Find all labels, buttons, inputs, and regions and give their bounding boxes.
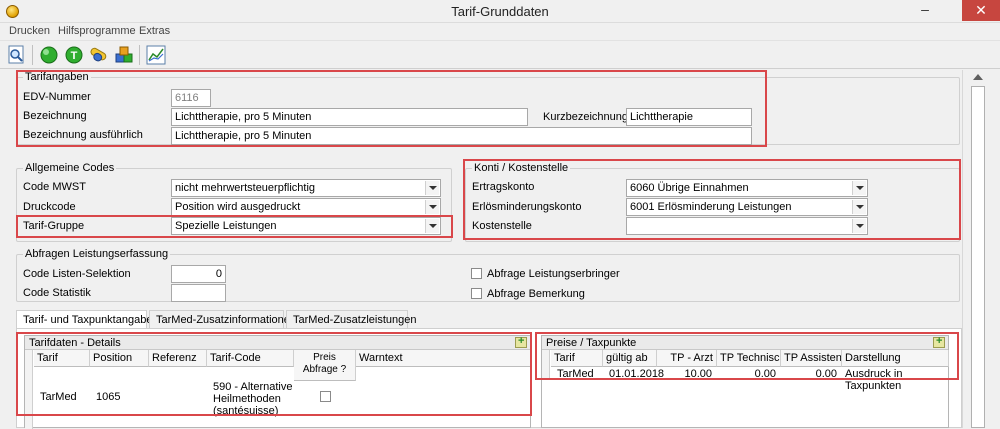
group-title: Tarifangaben [23,71,91,83]
minimize-button[interactable]: – [912,1,938,21]
bemerkung-checkbox[interactable] [471,288,482,299]
preise-title: Preise / Taxpunkte [546,337,637,349]
main-content: Tarifangaben EDV-Nummer 6116 Bezeichnung… [0,70,962,429]
row-selector [25,350,33,429]
mwst-label: Code MWST [23,181,86,193]
title-bar: Tarif-Grunddaten – ✕ [0,0,1000,23]
toolbar-separator [139,45,140,65]
col-referenz[interactable]: Referenz [149,350,207,367]
col-preis-tarif[interactable]: Tarif [551,350,603,367]
preise-grid-title: Preise / Taxpunkte [542,335,948,350]
tarif-gruppe-select[interactable]: Spezielle Leistungen [171,217,441,235]
svg-text:T: T [71,50,78,62]
col-tp-assistent[interactable]: TP Assistent [781,350,842,367]
leistungserbringer-label: Abfrage Leistungserbringer [487,268,620,280]
details-grid-title: Tarifdaten - Details [25,335,530,350]
chevron-down-icon[interactable] [852,181,866,195]
ertragskonto-value: 6060 Übrige Einnahmen [630,182,749,194]
preis-cell-tp-arzt: 10.00 [684,368,712,380]
tarif-gruppe-label: Tarif-Gruppe [23,220,85,232]
druckcode-label: Druckcode [23,201,76,213]
bemerkung-label: Abfrage Bemerkung [487,288,585,300]
detail-cell-position: 1065 [96,391,121,403]
add-row-icon[interactable] [515,335,527,348]
leistungserbringer-checkbox[interactable] [471,268,482,279]
erloesminderungskonto-value: 6001 Erlösminderung Leistungen [630,201,792,213]
chevron-down-icon[interactable] [852,219,866,233]
chevron-down-icon[interactable] [852,200,866,214]
ertragskonto-label: Ertragskonto [472,181,535,193]
preis-cell-tarif: TarMed [557,368,594,380]
tab-tarmed-zusatzinfo[interactable]: TarMed-Zusatzinformationen [149,310,296,328]
menu-extras[interactable]: Extras [139,25,170,37]
col-warntext[interactable]: Warntext [356,350,531,367]
preis-cell-tp-assistent: 0.00 [815,368,837,380]
col-tp-arzt[interactable]: TP - Arzt [657,350,717,367]
druckcode-value: Position wird ausgedruckt [175,201,301,213]
erloesminderungskonto-label: Erlösminderungskonto [472,201,582,213]
kostenstelle-label: Kostenstelle [472,220,532,232]
close-button[interactable]: ✕ [962,0,1000,21]
col-tarif[interactable]: Tarif [34,350,90,367]
druckcode-select[interactable]: Position wird ausgedruckt [171,198,441,216]
group-title: Allgemeine Codes [23,162,117,174]
scroll-thumb[interactable] [971,86,985,428]
col-position[interactable]: Position [90,350,149,367]
detail-cell-tarif-code: 590 - Alternative Heilmethoden (santésui… [213,381,293,417]
statistik-label: Code Statistik [23,287,91,299]
scroll-up-icon[interactable] [973,74,983,80]
chevron-down-icon[interactable] [425,219,439,233]
menu-bar: Drucken Hilfsprogramme Extras [0,23,1000,40]
col-tarif-code[interactable]: Tarif-Code [207,350,294,367]
detail-cell-tarif: TarMed [40,391,77,403]
listen-selektion-label: Code Listen-Selektion [23,268,131,280]
edv-label: EDV-Nummer [23,91,91,103]
col-preis-abfrage[interactable]: Preis Abfrage ? [294,350,356,381]
green-t-icon[interactable]: T [63,44,85,66]
cubes-icon[interactable] [113,44,135,66]
bezeichnung-label: Bezeichnung [23,110,87,122]
green-circle-icon[interactable] [38,44,60,66]
preise-grid: Preise / Taxpunkte Tarif gültig ab TP - … [541,335,949,428]
bezeichnung-ausfuehrlich-field[interactable]: Lichttherapie, pro 5 Minuten [171,127,752,145]
statistik-field[interactable] [171,284,226,302]
listen-selektion-field[interactable]: 0 [171,265,226,283]
tab-tarmed-zusatzleistungen[interactable]: TarMed-Zusatzleistungen [286,310,417,328]
erloesminderungskonto-select[interactable]: 6001 Erlösminderung Leistungen [626,198,868,216]
toolbar-separator [32,45,33,65]
preis-cell-tp-technisch: 0.00 [754,368,776,380]
vertical-scrollbar[interactable] [962,70,1000,428]
tab-tarif-taxpunkt[interactable]: Tarif- und Taxpunktangaben [16,310,159,328]
mwst-select[interactable]: nicht mehrwertsteuerpflichtig [171,179,441,197]
details-title: Tarifdaten - Details [29,337,121,349]
chart-icon[interactable] [145,44,167,66]
add-row-icon[interactable] [933,335,945,348]
menu-hilfsprogramme[interactable]: Hilfsprogramme [58,25,136,37]
group-title: Konti / Kostenstelle [472,162,571,174]
col-gueltig-ab[interactable]: gültig ab [603,350,657,367]
bezeichnung-ausfuehrlich-label: Bezeichnung ausführlich [23,129,143,141]
row-selector [542,350,550,378]
ertragskonto-select[interactable]: 6060 Übrige Einnahmen [626,179,868,197]
mwst-value: nicht mehrwertsteuerpflichtig [175,182,316,194]
kurzbezeichnung-label: Kurzbezeichnung [543,111,629,123]
preis-abfrage-checkbox[interactable] [320,391,331,402]
bezeichnung-field[interactable]: Lichttherapie, pro 5 Minuten [171,108,528,126]
kurzbezeichnung-field[interactable]: Lichttherapie [626,108,752,126]
preis-cell-darstellung: Ausdruck in Taxpunkten [845,368,903,392]
tarif-gruppe-value: Spezielle Leistungen [175,220,277,232]
toolbar: T [0,40,1000,69]
chevron-down-icon[interactable] [425,181,439,195]
search-preview-icon[interactable] [6,44,28,66]
details-grid: Tarifdaten - Details Tarif Position Refe… [24,335,531,429]
menu-drucken[interactable]: Drucken [9,25,50,37]
window-title: Tarif-Grunddaten [451,4,549,19]
kostenstelle-select[interactable] [626,217,868,235]
edv-number-field[interactable]: 6116 [171,89,211,107]
group-title: Abfragen Leistungserfassung [23,248,171,260]
col-tp-technisch[interactable]: TP Technisch [717,350,781,367]
pills-icon[interactable] [88,44,110,66]
chevron-down-icon[interactable] [425,200,439,214]
col-darstellung[interactable]: Darstellung [842,350,949,367]
